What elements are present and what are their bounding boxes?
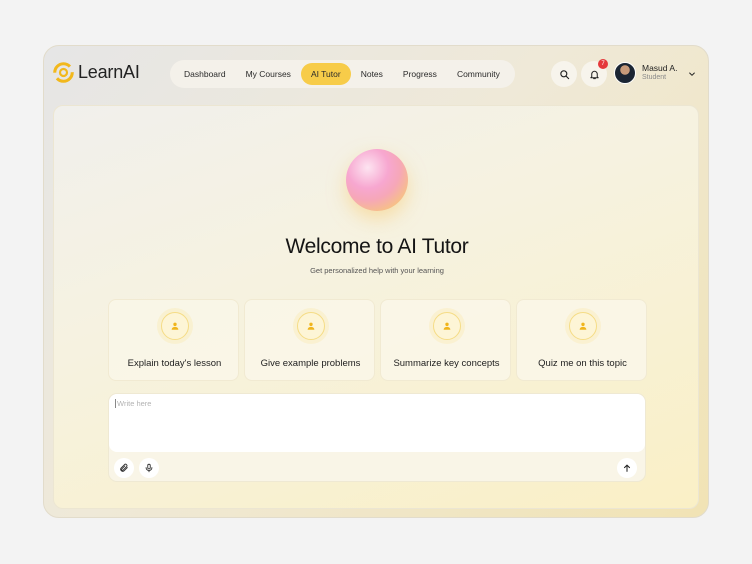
paperclip-icon [120,463,128,472]
message-composer: Write here [108,393,646,482]
notifications-button[interactable]: 7 [581,59,608,87]
user-info: Masud A. Student [642,63,678,82]
nav-item-community[interactable]: Community [447,63,510,85]
search-icon [559,69,569,79]
page-title: Welcome to AI Tutor [285,235,469,258]
main-nav: Dashboard My Courses AI Tutor Notes Prog… [170,60,515,88]
avatar [614,62,636,84]
nav-item-dashboard[interactable]: Dashboard [174,63,236,85]
suggestion-card-example-problems[interactable]: Give example problems [244,299,375,381]
search-button[interactable] [551,61,577,87]
suggestion-label: Explain today's lesson [127,358,222,369]
user-icon [569,312,597,340]
nav-item-ai-tutor[interactable]: AI Tutor [300,63,351,85]
arrow-up-icon [623,464,631,472]
attach-button[interactable] [114,458,134,478]
send-button[interactable] [617,458,637,478]
logo-icon [53,62,74,83]
brand-name: LearnAI [78,62,140,82]
user-menu[interactable]: Masud A. Student [614,62,677,84]
tutor-panel: Welcome to AI Tutor Get personalized hel… [53,105,699,509]
chevron-down-icon[interactable] [688,70,696,78]
microphone-button[interactable] [139,458,159,478]
message-input[interactable]: Write here [109,394,645,452]
nav-item-progress[interactable]: Progress [393,63,447,85]
user-icon [297,312,325,340]
suggestion-label: Quiz me on this topic [538,358,627,369]
suggestion-card-summarize-concepts[interactable]: Summarize key concepts [380,299,511,381]
notification-count-badge: 7 [598,59,608,69]
nav-item-notes[interactable]: Notes [351,63,393,85]
app-window: LearnAI Dashboard My Courses AI Tutor No… [43,45,709,518]
message-placeholder: Write here [117,399,152,408]
ai-orb [346,149,408,211]
user-icon [433,312,461,340]
user-role: Student [642,73,667,81]
user-name: Masud A. [642,63,678,74]
suggestion-card-explain-lesson[interactable]: Explain today's lesson [108,299,239,381]
suggestion-label: Summarize key concepts [393,358,500,369]
bell-icon [589,70,599,79]
user-icon [161,312,189,340]
suggestion-label: Give example problems [260,358,361,369]
suggestion-cards: Explain today's lesson Give example prob… [108,299,647,381]
suggestion-card-quiz-me[interactable]: Quiz me on this topic [516,299,647,381]
nav-item-my-courses[interactable]: My Courses [236,63,301,85]
microphone-icon [145,463,153,473]
logo[interactable]: LearnAI [53,62,140,83]
page-subtitle: Get personalized help with your learning [310,266,444,275]
